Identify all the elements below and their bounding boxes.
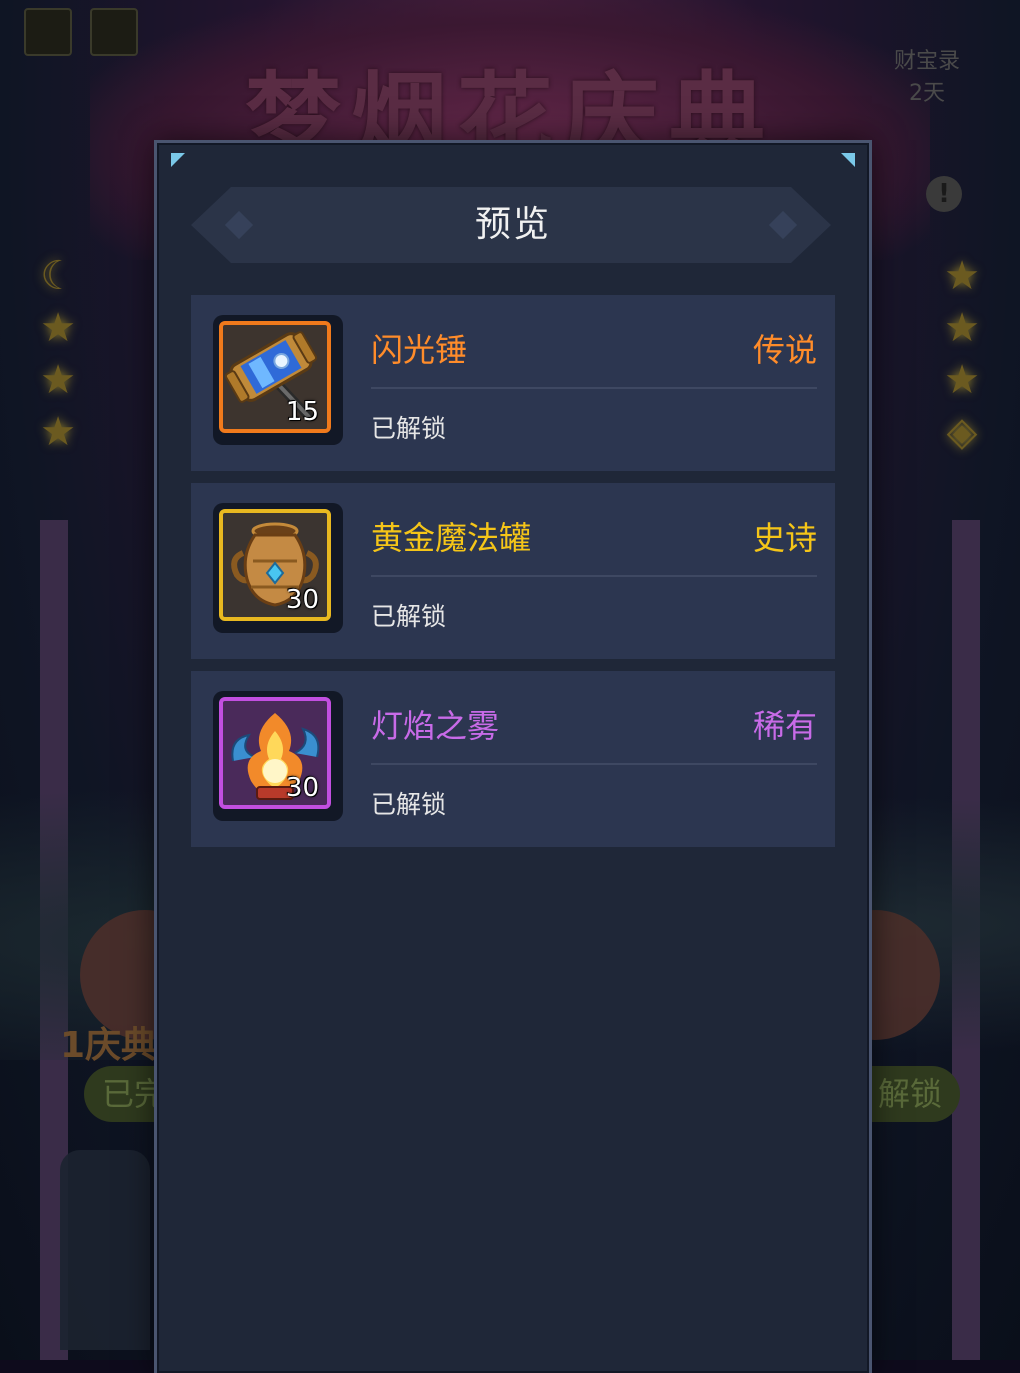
item-divider <box>371 575 817 577</box>
star-garland-right: ★ ★ ★ ◈ <box>944 253 980 455</box>
item-count: 30 <box>285 585 319 615</box>
item-rarity: 稀有 <box>752 707 817 745</box>
corner-ornament <box>841 153 855 167</box>
list-item[interactable]: 15 闪光锤 传说 已解锁 <box>191 295 835 471</box>
item-count: 15 <box>285 397 319 427</box>
item-status: 已解锁 <box>371 790 447 819</box>
item-icon-frame[interactable]: 15 <box>213 315 343 445</box>
background-tower <box>60 1150 150 1350</box>
item-icon-frame[interactable]: 30 <box>213 503 343 633</box>
list-item[interactable]: 30 黄金魔法罐 史诗 已解锁 <box>191 483 835 659</box>
item-status: 已解锁 <box>371 602 447 631</box>
item-divider <box>371 763 817 765</box>
timer-widget: 财宝录 2天 <box>894 46 960 110</box>
item-rarity: 史诗 <box>752 519 817 557</box>
item-name: 闪光锤 <box>371 331 468 369</box>
alert-icon: ! <box>926 176 962 212</box>
corner-ornament <box>171 153 185 167</box>
dialog-title: 预览 <box>474 204 551 245</box>
list-item[interactable]: 30 灯焰之雾 稀有 已解锁 <box>191 671 835 847</box>
item-icon-frame[interactable]: 30 <box>213 691 343 821</box>
top-left-badge <box>90 8 138 56</box>
item-name: 灯焰之雾 <box>371 707 500 745</box>
item-status: 已解锁 <box>371 414 447 443</box>
item-name: 黄金魔法罐 <box>371 519 532 557</box>
celebration-label: 1庆典 <box>60 1025 158 1066</box>
item-icon-slot: 30 <box>219 697 331 809</box>
item-rarity: 传说 <box>752 331 817 369</box>
timer-value: 2天 <box>908 81 945 106</box>
item-divider <box>371 387 817 389</box>
top-left-badge <box>24 8 72 56</box>
item-icon-slot: 15 <box>219 321 331 433</box>
item-count: 30 <box>285 773 319 803</box>
preview-list: 15 闪光锤 传说 已解锁 30 黄金魔法罐 史诗 已解锁 30 灯焰之雾 稀有… <box>191 295 835 859</box>
timer-label: 财宝录 <box>893 49 960 74</box>
item-icon-slot: 30 <box>219 509 331 621</box>
star-garland-left: ☾ ★ ★ ★ <box>40 253 76 455</box>
preview-dialog: 预览 15 闪光锤 传说 已解锁 30 黄金魔法罐 史诗 已解锁 30 灯焰之雾… <box>154 140 872 1373</box>
